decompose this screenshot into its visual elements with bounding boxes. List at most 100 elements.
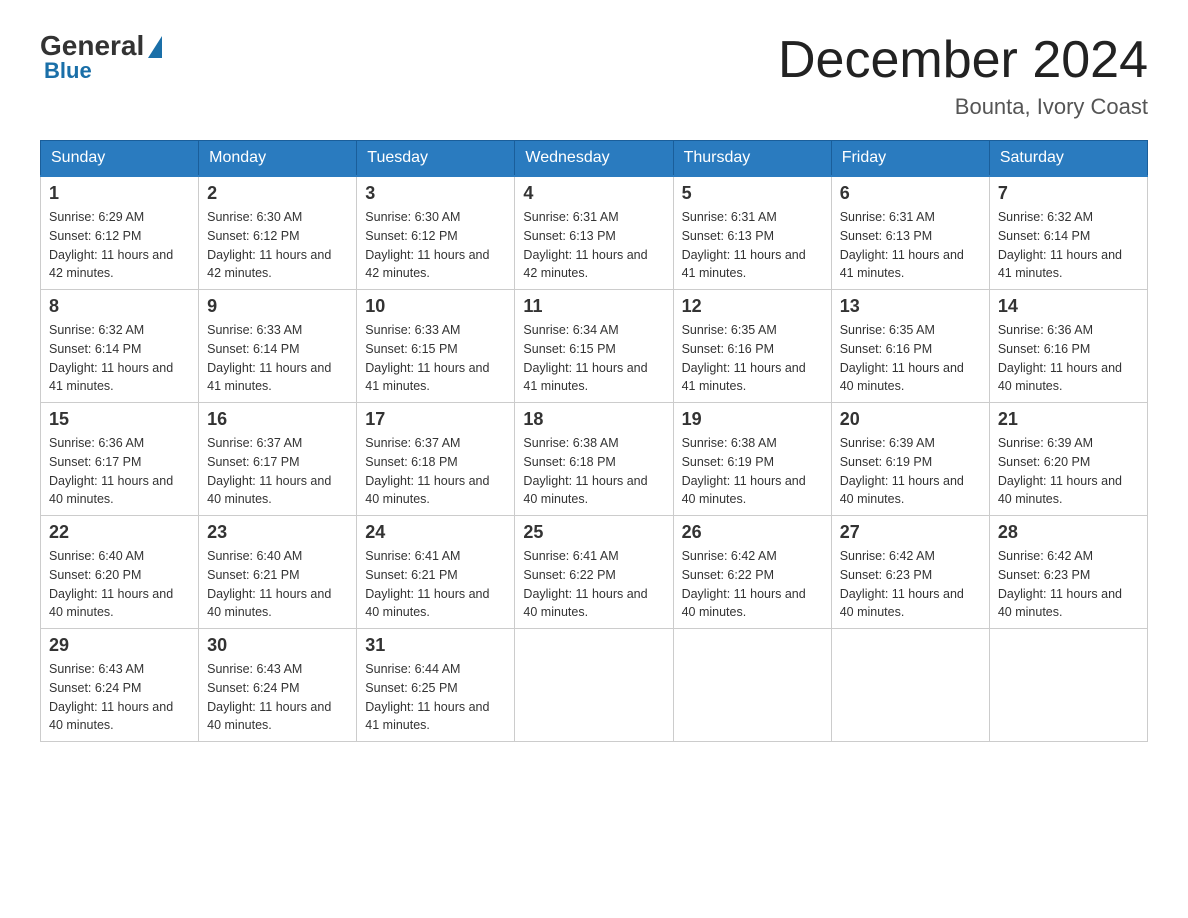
day-number: 12 [682, 296, 823, 317]
day-info: Sunrise: 6:39 AMSunset: 6:20 PMDaylight:… [998, 436, 1122, 506]
table-row: 3 Sunrise: 6:30 AMSunset: 6:12 PMDayligh… [357, 176, 515, 290]
day-info: Sunrise: 6:43 AMSunset: 6:24 PMDaylight:… [49, 662, 173, 732]
day-info: Sunrise: 6:33 AMSunset: 6:15 PMDaylight:… [365, 323, 489, 393]
day-info: Sunrise: 6:38 AMSunset: 6:18 PMDaylight:… [523, 436, 647, 506]
day-number: 18 [523, 409, 664, 430]
day-info: Sunrise: 6:32 AMSunset: 6:14 PMDaylight:… [998, 210, 1122, 280]
day-info: Sunrise: 6:39 AMSunset: 6:19 PMDaylight:… [840, 436, 964, 506]
table-row: 10 Sunrise: 6:33 AMSunset: 6:15 PMDaylig… [357, 290, 515, 403]
day-info: Sunrise: 6:30 AMSunset: 6:12 PMDaylight:… [365, 210, 489, 280]
logo: General Blue [40, 30, 162, 84]
day-info: Sunrise: 6:42 AMSunset: 6:23 PMDaylight:… [840, 549, 964, 619]
table-row: 18 Sunrise: 6:38 AMSunset: 6:18 PMDaylig… [515, 403, 673, 516]
month-title: December 2024 [778, 30, 1148, 90]
table-row: 5 Sunrise: 6:31 AMSunset: 6:13 PMDayligh… [673, 176, 831, 290]
col-friday: Friday [831, 141, 989, 177]
logo-blue-text: Blue [44, 58, 92, 84]
day-number: 24 [365, 522, 506, 543]
table-row: 2 Sunrise: 6:30 AMSunset: 6:12 PMDayligh… [199, 176, 357, 290]
day-info: Sunrise: 6:35 AMSunset: 6:16 PMDaylight:… [682, 323, 806, 393]
logo-triangle-icon [148, 36, 162, 58]
day-info: Sunrise: 6:41 AMSunset: 6:21 PMDaylight:… [365, 549, 489, 619]
table-row: 27 Sunrise: 6:42 AMSunset: 6:23 PMDaylig… [831, 516, 989, 629]
day-number: 26 [682, 522, 823, 543]
day-number: 31 [365, 635, 506, 656]
table-row: 15 Sunrise: 6:36 AMSunset: 6:17 PMDaylig… [41, 403, 199, 516]
day-number: 17 [365, 409, 506, 430]
table-row: 9 Sunrise: 6:33 AMSunset: 6:14 PMDayligh… [199, 290, 357, 403]
day-number: 27 [840, 522, 981, 543]
day-number: 8 [49, 296, 190, 317]
day-number: 15 [49, 409, 190, 430]
table-row: 16 Sunrise: 6:37 AMSunset: 6:17 PMDaylig… [199, 403, 357, 516]
day-number: 3 [365, 183, 506, 204]
calendar-header-row: Sunday Monday Tuesday Wednesday Thursday… [41, 141, 1148, 177]
day-number: 21 [998, 409, 1139, 430]
day-info: Sunrise: 6:36 AMSunset: 6:16 PMDaylight:… [998, 323, 1122, 393]
day-info: Sunrise: 6:30 AMSunset: 6:12 PMDaylight:… [207, 210, 331, 280]
day-number: 5 [682, 183, 823, 204]
table-row [515, 629, 673, 742]
day-number: 25 [523, 522, 664, 543]
table-row: 6 Sunrise: 6:31 AMSunset: 6:13 PMDayligh… [831, 176, 989, 290]
day-info: Sunrise: 6:34 AMSunset: 6:15 PMDaylight:… [523, 323, 647, 393]
day-info: Sunrise: 6:36 AMSunset: 6:17 PMDaylight:… [49, 436, 173, 506]
table-row: 22 Sunrise: 6:40 AMSunset: 6:20 PMDaylig… [41, 516, 199, 629]
day-number: 10 [365, 296, 506, 317]
day-info: Sunrise: 6:41 AMSunset: 6:22 PMDaylight:… [523, 549, 647, 619]
table-row: 24 Sunrise: 6:41 AMSunset: 6:21 PMDaylig… [357, 516, 515, 629]
col-saturday: Saturday [989, 141, 1147, 177]
table-row [831, 629, 989, 742]
calendar-row: 1 Sunrise: 6:29 AMSunset: 6:12 PMDayligh… [41, 176, 1148, 290]
day-number: 6 [840, 183, 981, 204]
table-row: 29 Sunrise: 6:43 AMSunset: 6:24 PMDaylig… [41, 629, 199, 742]
day-info: Sunrise: 6:40 AMSunset: 6:20 PMDaylight:… [49, 549, 173, 619]
day-info: Sunrise: 6:38 AMSunset: 6:19 PMDaylight:… [682, 436, 806, 506]
day-number: 30 [207, 635, 348, 656]
page-header: General Blue December 2024 Bounta, Ivory… [40, 30, 1148, 120]
day-info: Sunrise: 6:42 AMSunset: 6:23 PMDaylight:… [998, 549, 1122, 619]
day-info: Sunrise: 6:31 AMSunset: 6:13 PMDaylight:… [682, 210, 806, 280]
day-number: 29 [49, 635, 190, 656]
col-thursday: Thursday [673, 141, 831, 177]
day-info: Sunrise: 6:33 AMSunset: 6:14 PMDaylight:… [207, 323, 331, 393]
calendar-row: 15 Sunrise: 6:36 AMSunset: 6:17 PMDaylig… [41, 403, 1148, 516]
location-text: Bounta, Ivory Coast [778, 94, 1148, 120]
table-row: 1 Sunrise: 6:29 AMSunset: 6:12 PMDayligh… [41, 176, 199, 290]
table-row: 26 Sunrise: 6:42 AMSunset: 6:22 PMDaylig… [673, 516, 831, 629]
table-row: 4 Sunrise: 6:31 AMSunset: 6:13 PMDayligh… [515, 176, 673, 290]
day-info: Sunrise: 6:40 AMSunset: 6:21 PMDaylight:… [207, 549, 331, 619]
table-row: 20 Sunrise: 6:39 AMSunset: 6:19 PMDaylig… [831, 403, 989, 516]
table-row [989, 629, 1147, 742]
calendar-row: 29 Sunrise: 6:43 AMSunset: 6:24 PMDaylig… [41, 629, 1148, 742]
calendar-row: 8 Sunrise: 6:32 AMSunset: 6:14 PMDayligh… [41, 290, 1148, 403]
day-number: 2 [207, 183, 348, 204]
table-row: 13 Sunrise: 6:35 AMSunset: 6:16 PMDaylig… [831, 290, 989, 403]
day-info: Sunrise: 6:29 AMSunset: 6:12 PMDaylight:… [49, 210, 173, 280]
table-row: 31 Sunrise: 6:44 AMSunset: 6:25 PMDaylig… [357, 629, 515, 742]
table-row: 14 Sunrise: 6:36 AMSunset: 6:16 PMDaylig… [989, 290, 1147, 403]
day-number: 1 [49, 183, 190, 204]
day-info: Sunrise: 6:31 AMSunset: 6:13 PMDaylight:… [523, 210, 647, 280]
calendar-table: Sunday Monday Tuesday Wednesday Thursday… [40, 140, 1148, 742]
table-row: 12 Sunrise: 6:35 AMSunset: 6:16 PMDaylig… [673, 290, 831, 403]
day-info: Sunrise: 6:32 AMSunset: 6:14 PMDaylight:… [49, 323, 173, 393]
table-row: 25 Sunrise: 6:41 AMSunset: 6:22 PMDaylig… [515, 516, 673, 629]
day-info: Sunrise: 6:42 AMSunset: 6:22 PMDaylight:… [682, 549, 806, 619]
table-row: 17 Sunrise: 6:37 AMSunset: 6:18 PMDaylig… [357, 403, 515, 516]
day-info: Sunrise: 6:35 AMSunset: 6:16 PMDaylight:… [840, 323, 964, 393]
col-sunday: Sunday [41, 141, 199, 177]
title-area: December 2024 Bounta, Ivory Coast [778, 30, 1148, 120]
table-row: 19 Sunrise: 6:38 AMSunset: 6:19 PMDaylig… [673, 403, 831, 516]
day-info: Sunrise: 6:44 AMSunset: 6:25 PMDaylight:… [365, 662, 489, 732]
col-monday: Monday [199, 141, 357, 177]
day-number: 20 [840, 409, 981, 430]
day-info: Sunrise: 6:43 AMSunset: 6:24 PMDaylight:… [207, 662, 331, 732]
table-row [673, 629, 831, 742]
day-number: 7 [998, 183, 1139, 204]
table-row: 21 Sunrise: 6:39 AMSunset: 6:20 PMDaylig… [989, 403, 1147, 516]
day-info: Sunrise: 6:37 AMSunset: 6:17 PMDaylight:… [207, 436, 331, 506]
day-number: 16 [207, 409, 348, 430]
day-number: 19 [682, 409, 823, 430]
calendar-row: 22 Sunrise: 6:40 AMSunset: 6:20 PMDaylig… [41, 516, 1148, 629]
